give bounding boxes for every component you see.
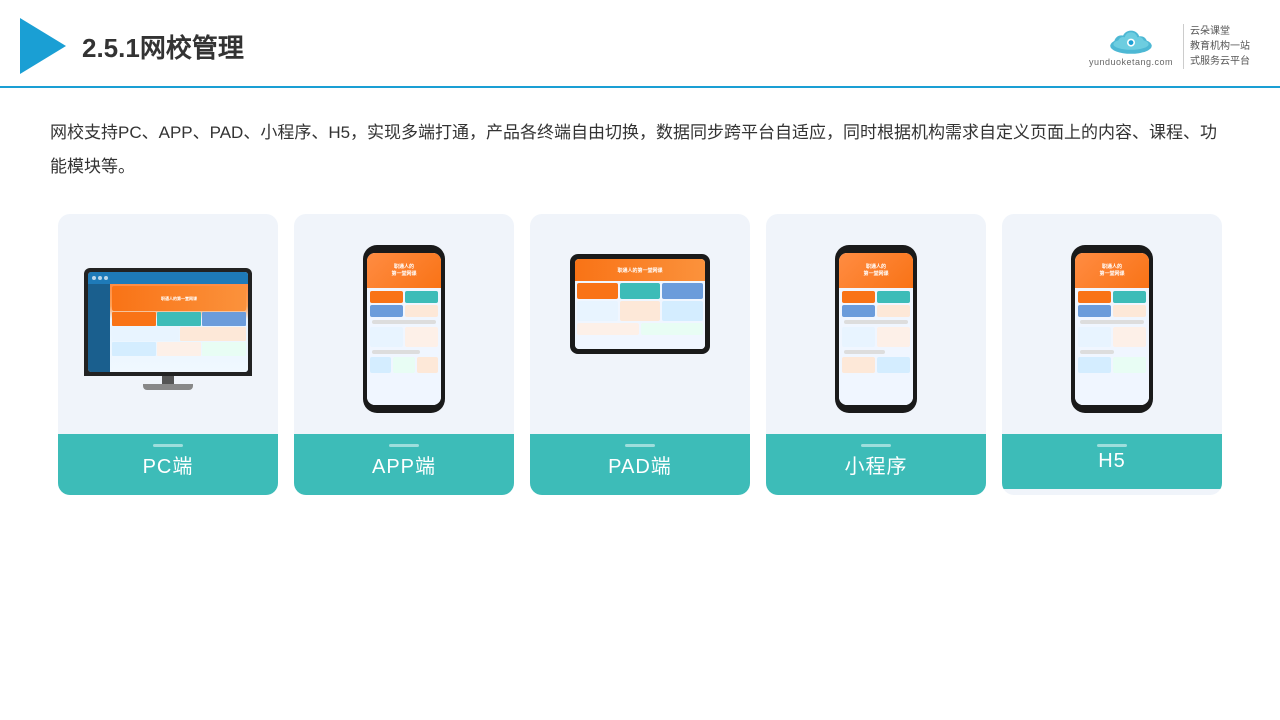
card-image-pad: 职通人的第一堂网课 xyxy=(530,214,750,434)
page-title: 2.5.1网校管理 xyxy=(82,28,244,65)
phone-notch-miniapp xyxy=(862,245,890,251)
card-pc: 职通人的第一堂网课 xyxy=(58,214,278,495)
description-text: 网校支持PC、APP、PAD、小程序、H5，实现多端打通，产品各终端自由切换，数… xyxy=(50,116,1230,184)
card-label-app: APP端 xyxy=(294,434,514,495)
card-label-h5: H5 xyxy=(1002,434,1222,489)
phone-mockup-app: 职通人的第一堂网课 xyxy=(363,245,445,413)
cloud-icon xyxy=(1107,25,1155,57)
phone-mockup-h5: 职通人的第一堂网课 xyxy=(1071,245,1153,413)
card-h5: 职通人的第一堂网课 xyxy=(1002,214,1222,495)
cards-container: 职通人的第一堂网课 xyxy=(50,214,1230,495)
pc-screen-outer: 职通人的第一堂网课 xyxy=(84,268,252,376)
brand-name: 云朵课堂 xyxy=(1190,24,1250,39)
card-app: 职通人的第一堂网课 xyxy=(294,214,514,495)
pc-base xyxy=(162,376,174,384)
brand-tagline-2: 式服务云平台 xyxy=(1190,54,1250,69)
brand-logo: yunduoketang.com 云朵课堂 教育机构一站 式服务云平台 xyxy=(1089,24,1250,69)
pc-stand xyxy=(143,384,193,390)
card-miniapp: 职通人的第一堂网课 xyxy=(766,214,986,495)
pc-screen-inner: 职通人的第一堂网课 xyxy=(88,272,248,372)
card-image-app: 职通人的第一堂网课 xyxy=(294,214,514,434)
phone-screen-h5: 职通人的第一堂网课 xyxy=(1075,253,1149,405)
main-content: 网校支持PC、APP、PAD、小程序、H5，实现多端打通，产品各终端自由切换，数… xyxy=(0,88,1280,515)
card-image-h5: 职通人的第一堂网课 xyxy=(1002,214,1222,434)
card-label-pad: PAD端 xyxy=(530,434,750,495)
card-image-pc: 职通人的第一堂网课 xyxy=(58,214,278,434)
card-label-pc: PC端 xyxy=(58,434,278,495)
brand-tagline: 云朵课堂 教育机构一站 式服务云平台 xyxy=(1183,24,1250,69)
tablet-mockup: 职通人的第一堂网课 xyxy=(570,254,710,354)
card-image-miniapp: 职通人的第一堂网课 xyxy=(766,214,986,434)
phone-screen-miniapp: 职通人的第一堂网课 xyxy=(839,253,913,405)
phone-notch-h5 xyxy=(1098,245,1126,251)
page-header: 2.5.1网校管理 xyxy=(0,0,1280,88)
phone-notch xyxy=(390,245,418,251)
header-right: yunduoketang.com 云朵课堂 教育机构一站 式服务云平台 xyxy=(1089,24,1250,69)
tablet-screen: 职通人的第一堂网课 xyxy=(575,259,705,349)
cloud-icon-wrap: yunduoketang.com xyxy=(1089,25,1173,67)
card-pad: 职通人的第一堂网课 xyxy=(530,214,750,495)
phone-screen-app: 职通人的第一堂网课 xyxy=(367,253,441,405)
header-left: 2.5.1网校管理 xyxy=(20,18,244,74)
phone-mockup-miniapp: 职通人的第一堂网课 xyxy=(835,245,917,413)
brand-url: yunduoketang.com xyxy=(1089,57,1173,67)
pc-mockup: 职通人的第一堂网课 xyxy=(81,268,256,390)
card-label-miniapp: 小程序 xyxy=(766,434,986,495)
brand-tagline-1: 教育机构一站 xyxy=(1190,39,1250,54)
logo-triangle-icon xyxy=(20,18,66,74)
